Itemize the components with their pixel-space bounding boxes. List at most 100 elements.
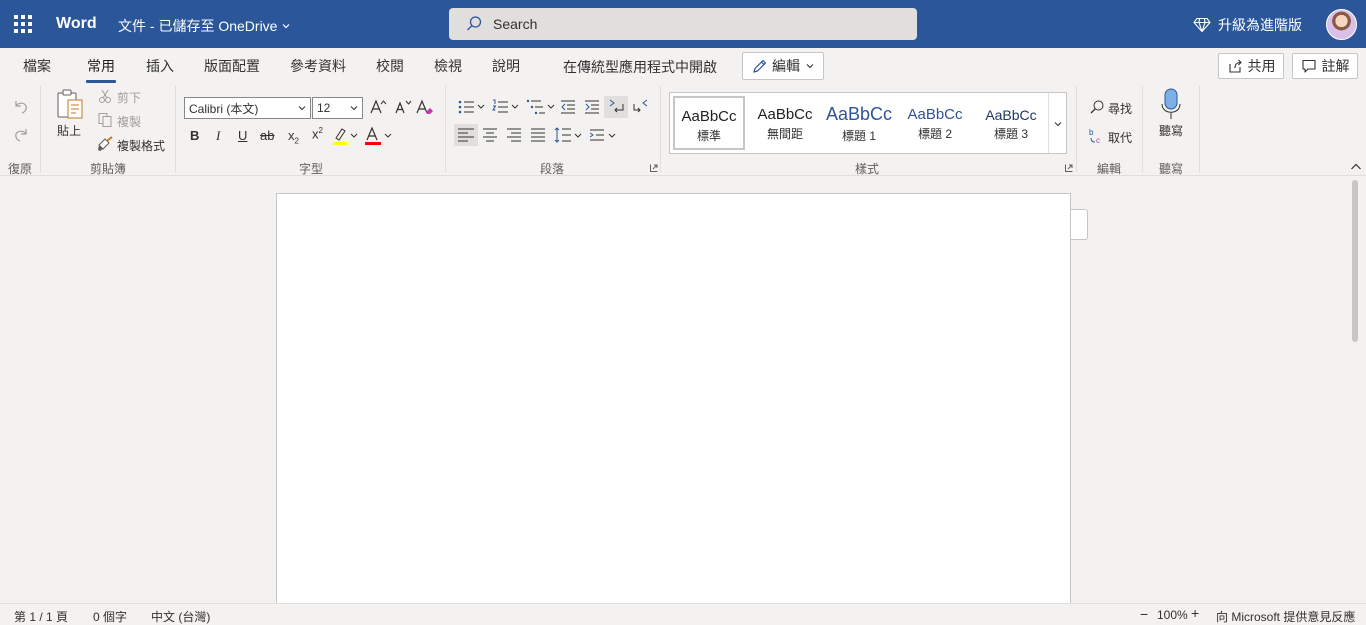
font-name-dropdown[interactable]: Calibri (本文) [184, 97, 311, 119]
find-label[interactable]: 尋找 [1108, 100, 1132, 117]
tab-home[interactable]: 常用 [86, 56, 116, 83]
microphone-icon[interactable] [1160, 88, 1182, 120]
tab-view[interactable]: 檢視 [434, 56, 462, 76]
align-center-icon[interactable] [481, 127, 499, 145]
comment-icon [1301, 59, 1316, 73]
vertical-scrollbar[interactable] [1352, 180, 1358, 342]
bold-icon[interactable]: B [190, 128, 199, 143]
editing-mode-label: 編輯 [772, 58, 800, 74]
cut-label[interactable]: 剪下 [117, 89, 141, 106]
tab-references[interactable]: 參考資料 [290, 56, 346, 76]
avatar[interactable] [1326, 9, 1357, 40]
superscript-icon[interactable]: x2 [312, 126, 323, 141]
chevron-down-icon [806, 64, 814, 69]
multilevel-list-icon[interactable] [526, 98, 556, 116]
share-icon [1228, 59, 1242, 73]
font-size-dropdown[interactable]: 12 [312, 97, 363, 119]
undo-icon[interactable] [12, 98, 30, 116]
search-placeholder: Search [493, 16, 538, 32]
search-box[interactable]: Search [449, 8, 917, 40]
redo-icon[interactable] [12, 126, 30, 144]
dictate-label[interactable]: 聽寫 [1159, 122, 1183, 139]
style-no-spacing[interactable]: AaBbCc 無間距 [749, 96, 821, 150]
paste-icon[interactable] [55, 88, 85, 120]
grow-font-icon[interactable] [369, 98, 387, 116]
line-spacing-icon[interactable] [552, 126, 584, 146]
format-painter-icon[interactable] [97, 136, 115, 152]
language[interactable]: 中文 (台灣) [151, 608, 210, 625]
style-preview: AaBbCc [681, 108, 737, 125]
share-label: 共用 [1247, 58, 1276, 74]
italic-icon[interactable]: I [216, 128, 220, 144]
style-preview: AaBbCc [985, 107, 1037, 123]
font-name-value: Calibri (本文) [189, 101, 259, 116]
open-in-desktop-app[interactable]: 在傳統型應用程式中開啟 [563, 57, 717, 77]
style-preview: AaBbCc [825, 104, 893, 124]
style-name: 無間距 [766, 127, 803, 141]
strikethrough-icon[interactable]: ab [260, 128, 274, 143]
group-divider [660, 86, 661, 172]
styles-group-label: 樣式 [855, 162, 880, 176]
highlight-icon[interactable] [332, 126, 360, 146]
clear-formatting-icon[interactable] [416, 98, 434, 116]
zoom-in-icon[interactable]: + [1191, 605, 1199, 621]
app-launcher-icon[interactable] [12, 12, 36, 36]
feedback-link[interactable]: 向 Microsoft 提供意見反應 [1216, 608, 1355, 625]
upgrade-button[interactable]: 升級為進階版 [1193, 15, 1302, 35]
numbering-icon[interactable] [491, 98, 521, 116]
ltr-icon[interactable] [604, 96, 628, 118]
copy-icon[interactable] [97, 112, 113, 128]
document-canvas[interactable] [0, 176, 1366, 603]
paragraph-spacing-icon[interactable] [588, 126, 618, 146]
underline-icon[interactable]: U [238, 128, 247, 143]
justify-icon[interactable] [529, 127, 547, 145]
decrease-indent-icon[interactable] [559, 98, 577, 116]
comments-label: 註解 [1321, 58, 1350, 74]
document-page[interactable] [276, 193, 1071, 603]
replace-label[interactable]: 取代 [1108, 129, 1132, 146]
styles-settings-icon[interactable] [1065, 164, 1073, 172]
zoom-level[interactable]: 100% [1157, 608, 1188, 622]
bullets-icon[interactable] [457, 98, 487, 116]
cut-icon[interactable] [98, 88, 112, 104]
editing-mode-button[interactable]: 編輯 [742, 52, 824, 80]
paragraph-settings-icon[interactable] [650, 164, 658, 172]
svg-text:c: c [1096, 136, 1100, 145]
app-name[interactable]: Word [56, 15, 97, 33]
copy-label[interactable]: 複製 [117, 113, 141, 130]
pencil-icon [753, 59, 767, 73]
tab-help[interactable]: 說明 [492, 56, 520, 76]
group-divider [1076, 86, 1077, 172]
replace-icon[interactable]: bc [1088, 127, 1106, 145]
search-icon [467, 16, 482, 31]
share-button[interactable]: 共用 [1218, 53, 1284, 79]
style-normal[interactable]: AaBbCc 標準 [673, 96, 745, 150]
font-size-value: 12 [317, 101, 331, 115]
tab-layout[interactable]: 版面配置 [204, 56, 260, 76]
group-divider [1199, 86, 1200, 172]
styles-more-button[interactable] [1048, 93, 1066, 153]
increase-indent-icon[interactable] [583, 98, 601, 116]
subscript-icon[interactable]: x2 [288, 128, 299, 146]
align-left-icon[interactable] [454, 124, 478, 146]
tab-insert[interactable]: 插入 [146, 56, 174, 76]
group-divider [175, 86, 176, 172]
rtl-icon[interactable] [631, 96, 651, 118]
style-heading-3[interactable]: AaBbCc 標題 3 [975, 96, 1047, 150]
tab-file[interactable]: 檔案 [23, 56, 51, 76]
zoom-out-icon[interactable]: − [1140, 606, 1148, 622]
collapse-ribbon-icon[interactable] [1350, 162, 1362, 172]
ribbon: 復原 貼上 剪下 複製 複製格式 剪貼簿 Calibri (本文) 12 B I… [0, 84, 1366, 176]
find-icon[interactable] [1089, 99, 1105, 115]
font-color-icon[interactable] [364, 126, 394, 146]
page-side-tab[interactable] [1071, 209, 1088, 240]
style-heading-1[interactable]: AaBbCc 標題 1 [823, 96, 895, 150]
document-title[interactable]: 文件 - 已儲存至 OneDrive [118, 16, 291, 36]
format-painter-label[interactable]: 複製格式 [117, 137, 165, 154]
comments-button[interactable]: 註解 [1292, 53, 1358, 79]
align-right-icon[interactable] [505, 127, 523, 145]
shrink-font-icon[interactable] [394, 98, 412, 116]
paste-label[interactable]: 貼上 [57, 122, 81, 139]
style-heading-2[interactable]: AaBbCc 標題 2 [899, 96, 971, 150]
tab-review[interactable]: 校閱 [376, 56, 404, 76]
